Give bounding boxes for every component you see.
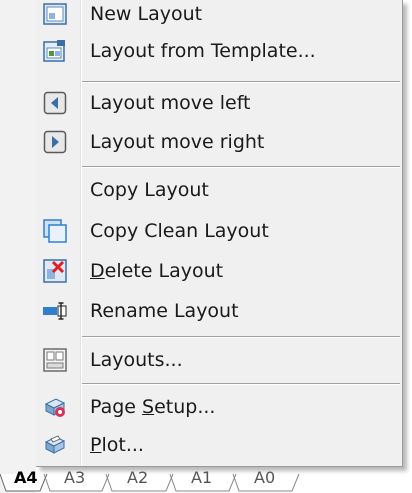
menu-item-delete-layout[interactable]: Delete Layout [36, 251, 402, 291]
background-strip [0, 0, 36, 493]
menu-separator [82, 166, 400, 168]
layout-context-menu: New Layout Layout from Template... Layou… [36, 0, 403, 467]
menu-item-label: Layout from Template... [90, 40, 316, 62]
tab-a1[interactable]: A1 [191, 469, 212, 487]
menu-item-page-setup[interactable]: Page Setup... [36, 387, 402, 427]
menu-item-rename-layout[interactable]: Rename Layout [36, 291, 402, 331]
menu-item-label: Page Setup... [90, 396, 216, 418]
menu-item-layout-move-left[interactable]: Layout move left [36, 83, 402, 123]
menu-item-label: Layouts... [90, 349, 183, 371]
menu-item-label: Rename Layout [90, 300, 239, 322]
menu-separator [82, 383, 400, 385]
rename-layout-icon [42, 299, 68, 323]
tab-a3[interactable]: A3 [64, 469, 85, 487]
layout-template-icon [42, 39, 68, 63]
menu-item-copy-layout[interactable]: Copy Layout [36, 170, 402, 210]
tab-a4[interactable]: A4 [14, 469, 38, 487]
copy-clean-layout-icon [42, 219, 68, 243]
menu-item-label: Copy Layout [90, 179, 209, 201]
menu-item-new-layout[interactable]: New Layout [36, 0, 402, 34]
layouts-icon [42, 348, 68, 372]
menu-item-plot[interactable]: Plot... [36, 425, 402, 465]
menu-item-layouts[interactable]: Layouts... [36, 340, 402, 380]
menu-item-layout-from-template[interactable]: Layout from Template... [36, 31, 402, 71]
arrow-right-icon [42, 130, 68, 154]
arrow-left-icon [42, 91, 68, 115]
menu-item-label: Delete Layout [90, 260, 224, 282]
menu-item-label: New Layout [90, 3, 203, 25]
screen: New Layout Layout from Template... Layou… [0, 0, 412, 493]
delete-layout-icon [42, 259, 68, 283]
new-layout-icon [42, 2, 68, 26]
menu-item-label: Layout move left [90, 92, 251, 114]
menu-separator [82, 336, 400, 338]
menu-item-layout-move-right[interactable]: Layout move right [36, 122, 402, 162]
menu-item-label: Plot... [90, 434, 144, 456]
menu-item-label: Layout move right [90, 131, 265, 153]
tab-a0[interactable]: A0 [254, 469, 275, 487]
page-setup-icon [42, 395, 68, 419]
plot-icon [42, 433, 68, 457]
menu-item-label: Copy Clean Layout [90, 220, 269, 242]
layout-tab-bar: A4 A3 A2 A1 A0 [0, 466, 412, 493]
tab-a2[interactable]: A2 [127, 469, 148, 487]
menu-item-copy-clean-layout[interactable]: Copy Clean Layout [36, 211, 402, 251]
